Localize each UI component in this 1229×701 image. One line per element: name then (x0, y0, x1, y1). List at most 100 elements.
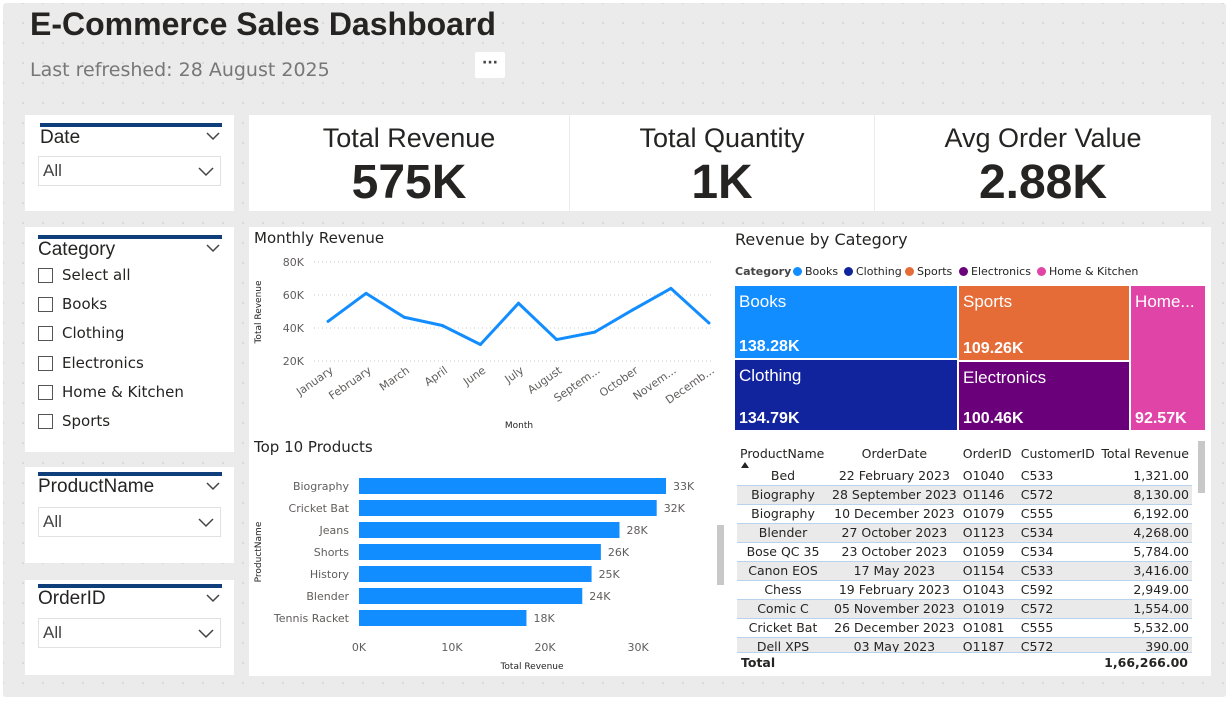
table-cell: Canon EOS (737, 561, 829, 581)
data-point[interactable] (364, 291, 368, 295)
checkbox[interactable] (38, 268, 53, 283)
treemap-tile[interactable]: Sports 109.26K (959, 286, 1130, 361)
col-header-total-revenue[interactable]: Total Revenue (1098, 440, 1192, 466)
data-label: 32K (664, 502, 686, 515)
checkbox[interactable] (38, 356, 53, 371)
table-cell: C555 (1017, 504, 1098, 524)
tile-value: 92.57K (1135, 410, 1187, 427)
treemap-tile[interactable]: Electronics 100.46K (959, 362, 1130, 430)
legend-item[interactable]: Electronics (959, 265, 1031, 278)
legend-swatch (905, 267, 914, 276)
data-point[interactable] (326, 319, 330, 323)
treemap-tile[interactable]: Home... 92.57K (1131, 286, 1205, 430)
tile-value: 134.79K (739, 409, 800, 427)
product-slicer: ProductName All (25, 467, 234, 563)
bar[interactable] (359, 588, 583, 604)
legend-item[interactable]: Sports (905, 265, 952, 278)
table-cell: 6,192.00 (1097, 504, 1192, 524)
category-legend: Category Books Clothing Sports Electronics H… (735, 265, 1205, 281)
table-row[interactable]: Cricket Bat 26 December 2023 O1081 C555 5,53… (737, 618, 1192, 638)
kpi-value: 1K (691, 156, 753, 209)
revenue-line[interactable] (327, 286, 711, 346)
bar[interactable] (359, 544, 601, 560)
data-point[interactable] (593, 330, 597, 334)
table-cell: C592 (1017, 580, 1098, 600)
tile-label: Home... (1135, 292, 1195, 311)
monthly-revenue-chart[interactable]: 20K40K60K80KJanuaryFebruary March April Jun… (249, 250, 724, 435)
product-dropdown-value: All (43, 512, 62, 531)
chart-scrollbar[interactable] (717, 525, 724, 585)
y-tick-label: Blender (306, 590, 349, 603)
chevron-down-icon[interactable] (206, 591, 220, 605)
treemap-tile[interactable]: Clothing 134.79K (735, 359, 957, 430)
x-axis-title: Total Revenue (499, 662, 564, 672)
table-row[interactable]: Comic C 05 November 2023 O1019 C572 1,554.00 (737, 599, 1192, 619)
treemap-tile[interactable]: Books 138.28K (735, 286, 957, 358)
table-cell: Chess (737, 580, 829, 600)
column-label: OrderID (962, 445, 1012, 461)
data-label: 25K (599, 568, 621, 581)
chevron-down-icon[interactable] (206, 241, 220, 255)
category-treemap[interactable]: Books 138.28K Clothing 134.79K Sports 109.26K… (734, 285, 1206, 431)
col-header-orderdate[interactable]: OrderDate (829, 440, 960, 466)
x-tick-label: February (326, 364, 374, 403)
col-header-productname[interactable]: ProductName (737, 440, 829, 468)
table-cell: Comic C (737, 599, 829, 619)
data-point[interactable] (517, 301, 520, 305)
checkbox[interactable] (38, 385, 53, 400)
data-point[interactable] (478, 343, 482, 346)
chevron-down-icon[interactable] (206, 479, 220, 493)
y-tick-label: Cricket Bat (289, 502, 350, 515)
data-point[interactable] (402, 315, 406, 319)
table-row[interactable]: Biography 28 September 2023 O1146 C572 8,130… (737, 485, 1192, 505)
data-label: 24K (589, 590, 611, 603)
chevron-down-icon (198, 518, 214, 528)
data-point[interactable] (707, 321, 711, 325)
y-tick-label: Shorts (314, 546, 350, 559)
legend-item[interactable]: Home & Kitchen (1037, 265, 1138, 278)
checkbox[interactable] (38, 297, 53, 312)
checkbox[interactable] (38, 326, 53, 341)
bar[interactable] (359, 522, 620, 538)
data-point[interactable] (555, 338, 559, 342)
product-dropdown[interactable]: All (38, 507, 221, 537)
bar[interactable] (359, 566, 592, 582)
option-label: Home & Kitchen (62, 383, 184, 401)
data-point[interactable] (440, 324, 444, 328)
col-header-orderid[interactable]: OrderID (960, 440, 1018, 466)
table-total-row: Total 1,66,266.00 (737, 652, 1192, 672)
bar[interactable] (359, 610, 527, 626)
y-tick-label: Biography (293, 480, 350, 493)
column-label: Total Revenue (1101, 445, 1189, 461)
table-row[interactable]: Canon EOS 17 May 2023 O1154 C533 3,416.00 (737, 561, 1192, 581)
table-header-row: ProductName OrderDate OrderID CustomerID… (737, 440, 1192, 468)
col-header-customerid[interactable]: CustomerID (1018, 440, 1098, 466)
table-cell: Blender (737, 523, 829, 543)
bar[interactable] (359, 478, 666, 494)
legend-swatch (959, 267, 968, 276)
table-row[interactable]: Biography 10 December 2023 O1079 C555 6,192.… (737, 504, 1192, 524)
table-cell: Bed (737, 466, 829, 486)
top-products-chart[interactable]: Biography 33K Cricket Bat 32K Jeans 28K Shorts… (249, 460, 721, 675)
checkbox[interactable] (38, 414, 53, 429)
table-cell: C533 (1017, 466, 1098, 486)
table-row[interactable]: Blender 27 October 2023 O1123 C534 4,268.00 (737, 523, 1192, 543)
table-row[interactable]: Chess 19 February 2023 O1043 C592 2,949.00 (737, 580, 1192, 600)
tile-label: Clothing (739, 365, 802, 385)
data-point[interactable] (631, 308, 635, 312)
bar[interactable] (359, 500, 657, 516)
date-dropdown[interactable]: All (38, 156, 221, 186)
table-cell: 19 February 2023 (829, 580, 960, 600)
legend-item[interactable]: Clothing (844, 265, 902, 278)
table-cell: O1040 (959, 466, 1018, 486)
table-scrollbar[interactable] (1198, 441, 1205, 493)
table-cell: O1123 (959, 523, 1018, 543)
more-options-button[interactable]: ··· (475, 52, 505, 78)
order-dropdown[interactable]: All (38, 618, 221, 648)
chevron-down-icon[interactable] (206, 129, 220, 143)
legend-item[interactable]: Books (793, 265, 838, 278)
data-point[interactable] (669, 286, 673, 290)
table-row[interactable]: Bed 22 February 2023 O1040 C533 1,321.00 (737, 466, 1192, 486)
orders-table[interactable]: ProductName OrderDate OrderID CustomerID… (737, 440, 1197, 670)
table-row[interactable]: Bose QC 35 23 October 2023 O1059 C534 5,784.… (737, 542, 1192, 562)
